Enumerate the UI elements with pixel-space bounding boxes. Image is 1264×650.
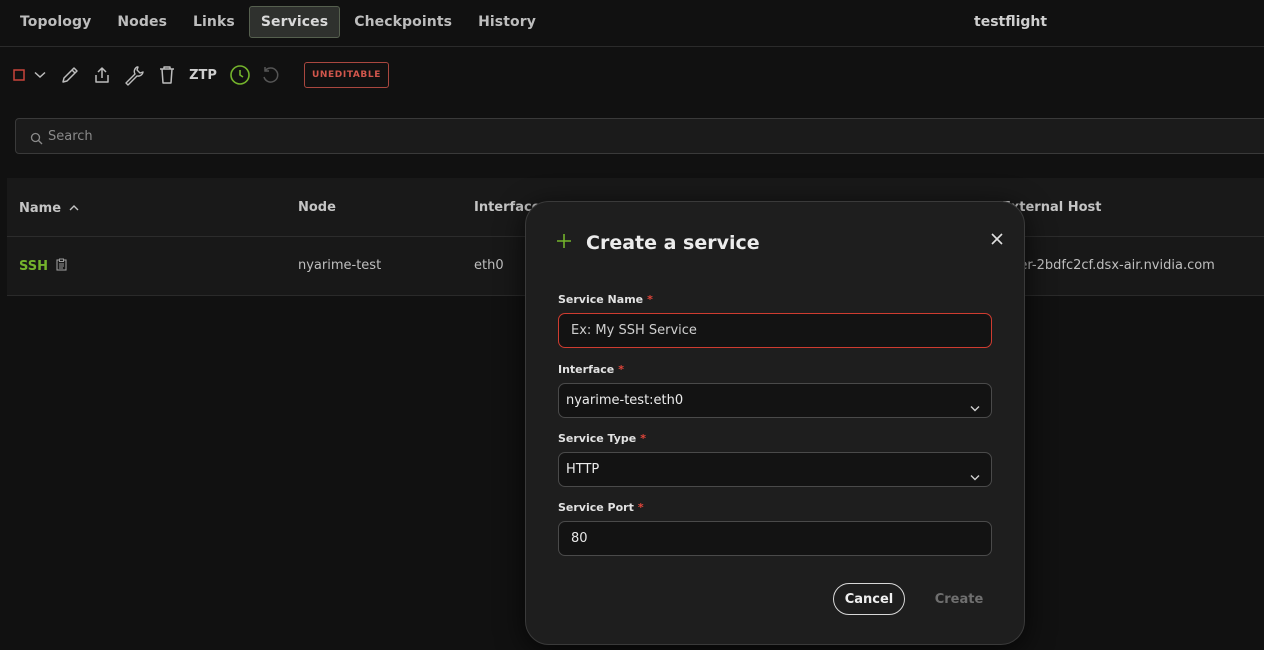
chevron-down-icon (970, 466, 980, 485)
required-marker: * (637, 501, 644, 514)
dialog-header: Create a service (556, 232, 760, 254)
create-button[interactable]: Create (924, 583, 994, 615)
search-icon (30, 130, 43, 149)
service-type-select[interactable]: HTTP (558, 452, 992, 487)
column-header-name[interactable]: Name (19, 200, 79, 216)
node-cell: nyarime-test (298, 258, 382, 273)
close-icon[interactable] (988, 230, 1006, 248)
chevron-down-icon[interactable] (32, 60, 48, 90)
interface-selected-value: nyarime-test:eth0 (566, 393, 684, 408)
simulation-title: testflight (974, 14, 1048, 30)
service-port-input[interactable] (559, 522, 991, 555)
sort-ascending-icon (69, 200, 79, 215)
plus-icon (556, 233, 572, 253)
tab-topology[interactable]: Topology (8, 6, 103, 38)
required-marker: * (640, 432, 647, 445)
tab-links[interactable]: Links (181, 6, 247, 38)
tab-bar: Topology Nodes Links Services Checkpoint… (8, 6, 548, 38)
interface-cell: eth0 (474, 258, 504, 273)
tab-services[interactable]: Services (248, 6, 341, 38)
undo-icon[interactable] (259, 60, 281, 90)
chevron-down-icon (970, 397, 980, 416)
stop-square-icon[interactable] (10, 60, 28, 90)
service-name-input[interactable] (559, 314, 991, 347)
top-navigation: Topology Nodes Links Services Checkpoint… (0, 0, 1264, 47)
uneditable-badge: UNEDITABLE (304, 62, 389, 88)
column-header-node[interactable]: Node (298, 200, 336, 215)
service-name-cell[interactable]: SSH (19, 258, 67, 275)
service-port-label: Service Port * (558, 501, 644, 514)
search-input[interactable] (48, 119, 1248, 153)
required-marker: * (618, 363, 625, 376)
service-port-field (558, 521, 992, 556)
service-type-selected-value: HTTP (566, 462, 600, 477)
dialog-title: Create a service (586, 232, 760, 254)
required-marker: * (647, 293, 653, 306)
cancel-button[interactable]: Cancel (833, 583, 905, 615)
wrench-icon[interactable] (122, 60, 146, 90)
create-service-dialog: Create a service Service Name* Interface… (525, 201, 1025, 645)
service-name-label: Service Name * (558, 293, 653, 306)
ztp-button[interactable]: ZTP (186, 60, 220, 90)
toolbar: ZTP UNEDITABLE (10, 60, 410, 90)
service-type-label: Service Type * (558, 432, 647, 445)
interface-label: Interface * (558, 363, 625, 376)
clipboard-icon[interactable] (56, 258, 67, 275)
tab-checkpoints[interactable]: Checkpoints (342, 6, 464, 38)
share-upload-icon[interactable] (90, 60, 114, 90)
tab-nodes[interactable]: Nodes (105, 6, 179, 38)
search-bar (15, 118, 1264, 154)
interface-select[interactable]: nyarime-test:eth0 (558, 383, 992, 418)
trash-icon[interactable] (156, 60, 178, 90)
pencil-icon[interactable] (58, 60, 82, 90)
external-host-cell: rker-2bdfc2cf.dsx-air.nvidia.com (1007, 258, 1215, 273)
service-name-field (558, 313, 992, 348)
clock-icon[interactable] (228, 60, 252, 90)
tab-history[interactable]: History (466, 6, 548, 38)
